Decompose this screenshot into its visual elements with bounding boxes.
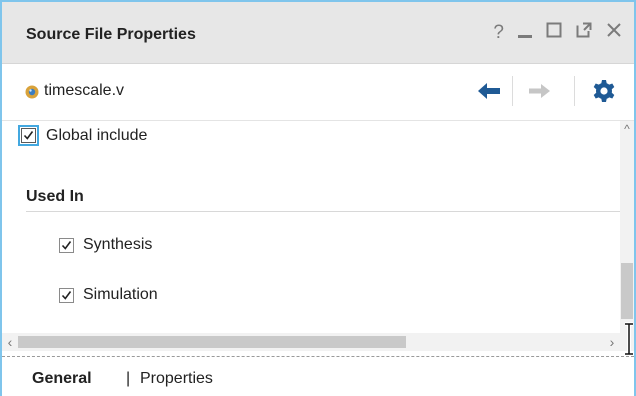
minimize-icon[interactable] — [518, 19, 532, 47]
source-file-properties-panel: Source File Properties ? timescale.v Glo… — [0, 0, 636, 396]
global-include-checkbox[interactable] — [18, 125, 39, 146]
horizontal-scroll-thumb[interactable] — [18, 336, 406, 348]
tab-properties[interactable]: Properties — [140, 370, 213, 388]
file-toolbar: timescale.v — [2, 64, 634, 121]
gear-icon[interactable] — [592, 79, 616, 103]
help-icon[interactable]: ? — [493, 22, 504, 44]
arrow-right-icon[interactable] — [526, 80, 552, 102]
simulation-checkbox[interactable] — [59, 288, 74, 303]
used-in-heading: Used In — [26, 188, 84, 205]
vertical-scroll-thumb[interactable] — [621, 263, 633, 319]
scroll-up-arrow-icon[interactable]: ^ — [621, 123, 633, 135]
panel-title: Source File Properties — [26, 26, 196, 43]
synthesis-checkbox[interactable] — [59, 238, 74, 253]
global-include-label: Global include — [46, 127, 148, 144]
close-icon[interactable] — [606, 19, 622, 47]
resize-cursor-icon — [625, 322, 633, 356]
float-icon[interactable] — [576, 19, 592, 47]
horizontal-scrollbar[interactable]: ‹ › — [2, 333, 620, 351]
arrow-left-icon[interactable] — [476, 80, 502, 102]
tab-general[interactable]: General — [32, 370, 92, 388]
properties-content: Global include Used In Synthesis Simulat… — [2, 121, 620, 333]
tab-bar: General | Properties — [2, 358, 634, 396]
section-divider — [26, 211, 620, 212]
simulation-label: Simulation — [83, 286, 158, 303]
tabs-divider — [2, 356, 634, 357]
file-name: timescale.v — [44, 82, 125, 99]
toolbar-separator — [512, 76, 513, 106]
panel-titlebar: Source File Properties ? — [2, 2, 634, 64]
toolbar-separator — [574, 76, 575, 106]
window-controls: ? — [493, 22, 622, 44]
scroll-right-arrow-icon[interactable]: › — [606, 334, 618, 350]
maximize-icon[interactable] — [546, 19, 562, 47]
vertical-scrollbar[interactable]: ^ — [620, 121, 634, 333]
tab-separator: | — [126, 370, 131, 387]
source-file-icon — [25, 85, 39, 99]
synthesis-label: Synthesis — [83, 236, 153, 253]
scroll-left-arrow-icon[interactable]: ‹ — [4, 334, 16, 350]
